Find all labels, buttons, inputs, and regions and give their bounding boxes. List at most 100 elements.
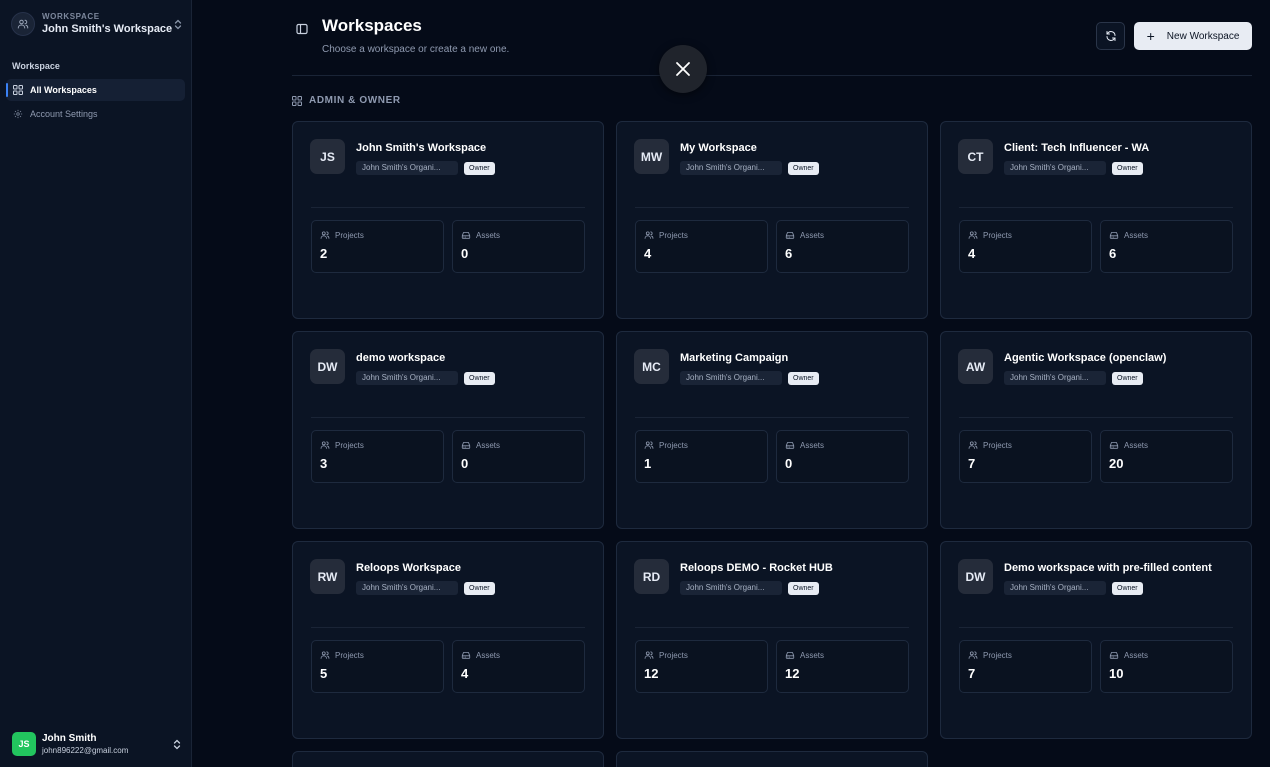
workspace-avatar: MW: [634, 139, 669, 174]
avatar: JS: [12, 732, 36, 756]
sidebar-item-label: Account Settings: [30, 109, 98, 119]
projects-stat: Projects 7: [959, 430, 1092, 483]
users-icon: [320, 441, 330, 449]
organization-tag: John Smith's Organi...: [356, 581, 458, 595]
projects-count: 5: [320, 666, 328, 681]
workspace-avatar: AW: [958, 349, 993, 384]
users-icon: [644, 651, 654, 659]
card-divider: [635, 207, 909, 208]
workspace-name: Demo workspace with pre-filled content: [1004, 562, 1212, 574]
assets-label: Assets: [1124, 440, 1149, 450]
assets-stat: Assets 20: [1100, 430, 1233, 483]
organization-tag: John Smith's Organi...: [1004, 371, 1106, 385]
assets-count: 4: [461, 666, 469, 681]
drive-icon: [461, 652, 471, 659]
workspace-avatar: DW: [958, 559, 993, 594]
workspace-name: demo workspace: [356, 352, 446, 364]
workspace-name: John Smith's Workspace: [356, 142, 487, 154]
projects-label: Projects: [335, 650, 364, 660]
projects-label: Projects: [983, 650, 1012, 660]
users-icon: [644, 441, 654, 449]
workspace-switcher[interactable]: WORKSPACE John Smith's Workspace: [11, 10, 183, 38]
workspace-name: Agentic Workspace (openclaw): [1004, 352, 1167, 364]
drive-icon: [1109, 652, 1119, 659]
sidebar-item-label: All Workspaces: [30, 85, 97, 95]
projects-count: 3: [320, 456, 328, 471]
workspace-card[interactable]: RD Reloops DEMO - Rocket HUB John Smith'…: [616, 541, 928, 739]
workspace-card[interactable]: JS John Smith's Workspace John Smith's O…: [292, 121, 604, 319]
workspace-card[interactable]: DW demo workspace John Smith's Organi...…: [292, 331, 604, 529]
users-icon: [11, 12, 35, 36]
organization-tag: John Smith's Organi...: [356, 371, 458, 385]
workspace-card[interactable]: CT Client: Tech Influencer - WA John Smi…: [940, 121, 1252, 319]
card-divider: [959, 207, 1233, 208]
card-divider: [959, 417, 1233, 418]
card-divider: [635, 417, 909, 418]
assets-stat: Assets 6: [776, 220, 909, 273]
sidebar-section-title: Workspace: [12, 61, 60, 71]
workspace-card[interactable]: [292, 751, 604, 767]
role-badge: Owner: [464, 582, 495, 595]
new-workspace-button[interactable]: + New Workspace: [1134, 22, 1252, 50]
workspace-card[interactable]: MW My Workspace John Smith's Organi... O…: [616, 121, 928, 319]
sidebar-item-account-settings[interactable]: Account Settings: [6, 103, 185, 125]
role-badge: Owner: [788, 162, 819, 175]
assets-count: 6: [1109, 246, 1117, 261]
role-badge: Owner: [788, 372, 819, 385]
projects-stat: Projects 4: [635, 220, 768, 273]
assets-stat: Assets 0: [776, 430, 909, 483]
projects-count: 4: [968, 246, 976, 261]
page-subtitle: Choose a workspace or create a new one.: [322, 44, 510, 55]
sidebar: WORKSPACE John Smith's Workspace Workspa…: [0, 0, 192, 767]
projects-stat: Projects 3: [311, 430, 444, 483]
projects-label: Projects: [335, 440, 364, 450]
assets-stat: Assets 0: [452, 220, 585, 273]
workspace-avatar: JS: [310, 139, 345, 174]
projects-count: 7: [968, 666, 976, 681]
users-icon: [968, 441, 978, 449]
users-icon: [968, 231, 978, 239]
projects-count: 7: [968, 456, 976, 471]
card-divider: [311, 627, 585, 628]
projects-stat: Projects 1: [635, 430, 768, 483]
projects-label: Projects: [659, 230, 688, 240]
refresh-icon: [1106, 31, 1115, 41]
workspace-avatar: RD: [634, 559, 669, 594]
workspace-name: Client: Tech Influencer - WA: [1004, 142, 1150, 154]
sidebar-toggle-icon[interactable]: [296, 22, 308, 35]
workspace-card[interactable]: [616, 751, 928, 767]
organization-tag: John Smith's Organi...: [1004, 581, 1106, 595]
assets-label: Assets: [476, 650, 501, 660]
role-badge: Owner: [1112, 372, 1143, 385]
assets-count: 10: [1109, 666, 1124, 681]
workspace-avatar: MC: [634, 349, 669, 384]
user-email: john896222@gmail.com: [42, 746, 129, 755]
assets-count: 0: [461, 246, 469, 261]
role-badge: Owner: [1112, 162, 1143, 175]
user-menu[interactable]: JS John Smith john896222@gmail.com: [12, 731, 182, 757]
workspace-card[interactable]: DW Demo workspace with pre-filled conten…: [940, 541, 1252, 739]
grid-icon: [13, 85, 23, 95]
header-divider: [292, 75, 1252, 76]
close-button[interactable]: [659, 45, 707, 93]
projects-count: 12: [644, 666, 659, 681]
chevron-up-down-icon: [172, 739, 182, 750]
workspace-card[interactable]: AW Agentic Workspace (openclaw) John Smi…: [940, 331, 1252, 529]
assets-label: Assets: [476, 230, 501, 240]
workspace-caption: WORKSPACE: [42, 12, 100, 21]
workspace-avatar: CT: [958, 139, 993, 174]
workspace-name: My Workspace: [680, 142, 757, 154]
new-workspace-label: New Workspace: [1166, 30, 1240, 42]
sidebar-item-all-workspaces[interactable]: All Workspaces: [6, 79, 185, 101]
assets-stat: Assets 0: [452, 430, 585, 483]
drive-icon: [461, 232, 471, 239]
role-badge: Owner: [464, 372, 495, 385]
workspace-card[interactable]: MC Marketing Campaign John Smith's Organ…: [616, 331, 928, 529]
assets-count: 20: [1109, 456, 1124, 471]
refresh-button[interactable]: [1096, 22, 1125, 50]
drive-icon: [785, 232, 795, 239]
workspace-card[interactable]: RW Reloops Workspace John Smith's Organi…: [292, 541, 604, 739]
drive-icon: [785, 652, 795, 659]
projects-stat: Projects 7: [959, 640, 1092, 693]
projects-label: Projects: [335, 230, 364, 240]
